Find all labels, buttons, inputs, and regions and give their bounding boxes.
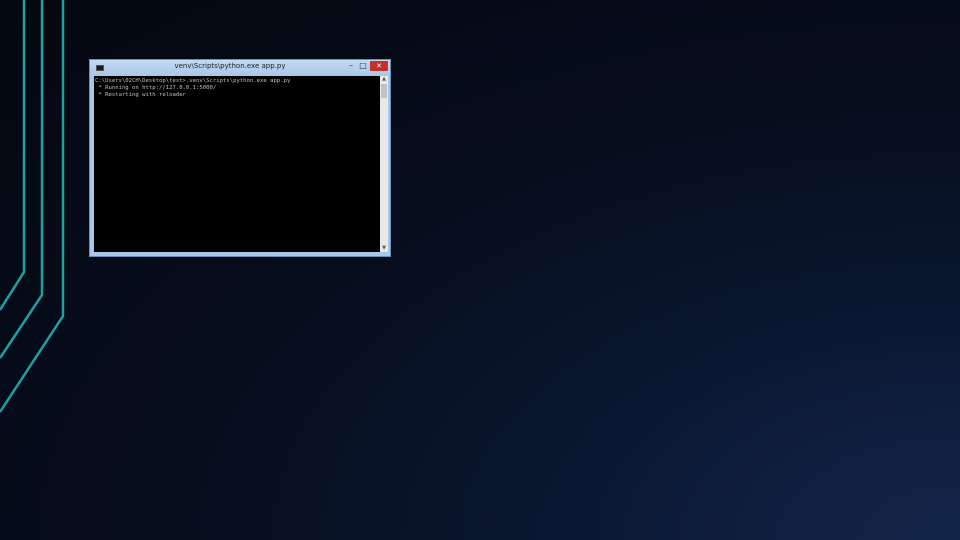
console-app-icon[interactable] bbox=[96, 65, 104, 71]
scroll-up-arrow-icon[interactable]: ▲ bbox=[380, 76, 388, 83]
maximize-button[interactable]: □ bbox=[358, 61, 368, 71]
scrollbar-thumb[interactable] bbox=[381, 84, 387, 98]
console-line: * Restarting with reloader bbox=[95, 92, 186, 98]
vertical-scrollbar[interactable]: ▲ ▼ bbox=[380, 76, 388, 252]
accent-line-outer bbox=[0, 0, 65, 413]
command-prompt-window[interactable]: venv\Scripts\python.exe app.py – □ ✕ C:\… bbox=[89, 59, 391, 257]
console-output[interactable]: C:\Users\02CH\Desktop\test>.venv\Scripts… bbox=[94, 76, 380, 252]
accent-line-inner bbox=[0, 0, 26, 311]
console-line: C:\Users\02CH\Desktop\test>.venv\Scripts… bbox=[95, 78, 291, 84]
close-button[interactable]: ✕ bbox=[370, 61, 388, 71]
scroll-down-arrow-icon[interactable]: ▼ bbox=[380, 245, 388, 252]
window-title: venv\Scripts\python.exe app.py bbox=[174, 62, 286, 70]
accent-line-middle bbox=[0, 0, 44, 359]
console-line: * Running on http://127.0.0.1:5000/ bbox=[95, 85, 217, 91]
teal-accent-lines bbox=[0, 0, 65, 413]
window-title-bar[interactable]: venv\Scripts\python.exe app.py – □ ✕ bbox=[90, 60, 390, 75]
minimize-button[interactable]: – bbox=[346, 61, 356, 71]
